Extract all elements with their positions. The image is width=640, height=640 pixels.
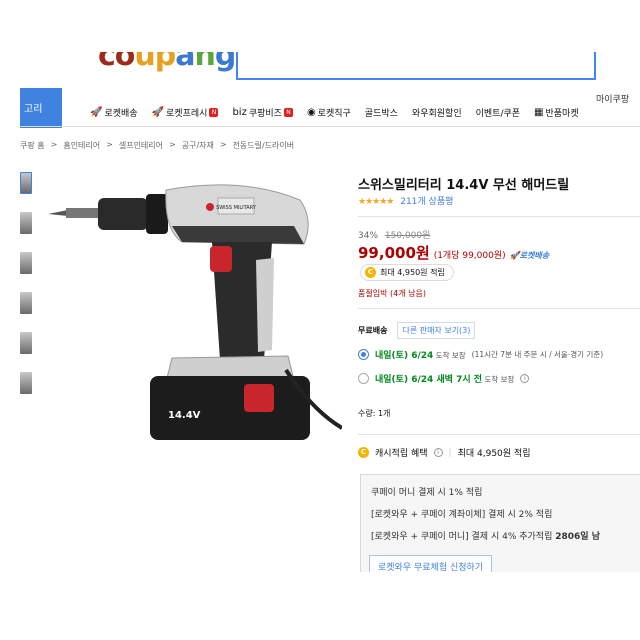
star-rating-icon: ★★★★★ [358, 197, 394, 207]
nav-item-label: 로켓프레시 [166, 109, 208, 119]
category-button-label: 고리 [24, 104, 43, 115]
divider [358, 434, 640, 435]
thumbnail-strip [20, 172, 32, 412]
rocket-delivery-label: 로켓배송 [519, 251, 550, 260]
promo-line: 쿠페이 머니 결제 시 1% 적립 [371, 488, 483, 498]
other-sellers-button[interactable]: 다른 판매자 보기(3) [397, 322, 476, 339]
sale-price: 99,000원 [358, 244, 430, 262]
rating-row: ★★★★★ 211개 상품평 [358, 194, 453, 207]
radio-icon[interactable] [358, 373, 369, 384]
breadcrumb-separator: > [219, 140, 227, 149]
coupang-logo[interactable]: coupang [98, 52, 236, 73]
delivery-note: (11시간 7분 내 주문 시 / 서울⋅경기 기준) [471, 350, 604, 359]
breadcrumb-item[interactable]: 셀프인테리어 [119, 140, 163, 151]
discount-rate: 34% [358, 231, 379, 241]
breadcrumb-separator: > [106, 140, 113, 149]
breadcrumb-item[interactable]: 쿠팡 홈 [20, 140, 45, 151]
rocket-wow-trial-button[interactable]: 로켓와우 무료체험 신청하기 [369, 555, 493, 572]
rocket-fresh-icon: 🚀 [151, 107, 165, 118]
original-price: 150,000원 [384, 231, 431, 241]
breadcrumb-separator: > [169, 140, 176, 149]
nav-item-label: 쿠팡비즈 [248, 109, 282, 119]
delivery-option-2[interactable]: 내일(토) 6/24 새벽 7시 전 도착 보장 i [358, 372, 530, 385]
thumbnail[interactable] [20, 212, 32, 234]
cash-benefit-label: 캐시적립 혜택 [375, 449, 428, 459]
info-icon[interactable]: i [433, 448, 443, 457]
breadcrumb-item[interactable]: 공구/자재 [182, 140, 214, 151]
nav-item-label: 로켓직구 [317, 109, 351, 119]
cash-reward-badge: C 최대 4,950원 적립 [360, 264, 454, 281]
price-row: 99,000원 (1개당 99,000원) 🚀로켓배송 [358, 242, 549, 263]
delivery-guarantee: 도착 보장 [433, 351, 466, 360]
coin-icon: C [358, 447, 369, 458]
cash-benefit-amount: 최대 4,950원 적립 [457, 449, 531, 459]
nav-item[interactable]: 🚀 로켓프레시 N [152, 106, 219, 119]
promo-line: [로켓와우 + 쿠페이 머니] 결제 시 4% 추가적립 2806일 남 [371, 529, 600, 542]
rocket-icon: 🚀 [90, 107, 103, 118]
product-title: 스위스밀리터리 14.4V 무선 해머드릴 [358, 178, 570, 193]
thumbnail[interactable] [20, 252, 32, 274]
breadcrumb: 쿠팡 홈 > 홈인테리어 > 셀프인테리어 > 공구/자재 > 전동드릴/드라이버 [20, 140, 294, 151]
breadcrumb-item[interactable]: 전동드릴/드라이버 [233, 140, 295, 151]
divider [358, 216, 640, 217]
new-badge: N [283, 108, 293, 117]
review-count-link[interactable]: 211개 상품평 [400, 197, 453, 207]
product-image: SWISS MILITARY 14.4V [48, 184, 342, 440]
divider [358, 308, 640, 309]
biz-icon: biz [232, 107, 247, 118]
promo-side-text: 2806일 남 [555, 532, 600, 542]
quantity-label: 수량: 1개 [358, 409, 391, 418]
radio-selected-icon[interactable] [358, 349, 369, 360]
coin-icon: C [365, 267, 376, 278]
delivery-date: 내일(토) 6/24 새벽 7시 전 [375, 375, 483, 385]
rocket-delivery-badge: 🚀로켓배송 [509, 251, 550, 260]
breadcrumb-item[interactable]: 홈인테리어 [63, 140, 100, 151]
delivery-option-1[interactable]: 내일(토) 6/24 도착 보장 (11시간 7분 내 주문 시 / 서울⋅경기… [358, 348, 603, 361]
thumbnail[interactable] [20, 332, 32, 354]
info-icon[interactable]: i [520, 374, 530, 383]
browser-page: coupang 마이쿠팡 고리 🚀 로켓배송 🚀 로켓프레시 Nbiz 쿠팡비즈 N ◉ 로켓직… [20, 52, 640, 572]
brand-mark: SWISS MILITARY [216, 205, 257, 211]
separator: | [448, 447, 452, 458]
unit-price: (1개당 99,000원) [433, 251, 506, 261]
cash-benefit-row: C 캐시적립 혜택 i | 최대 4,950원 적립 [358, 446, 530, 459]
discount-row: 34% 150,000원 [358, 228, 430, 241]
globe-rocket-icon: ◉ [306, 107, 316, 118]
battery-voltage-label: 14.4V [168, 410, 201, 421]
category-button[interactable]: 고리 [20, 88, 62, 128]
new-badge: N [209, 108, 219, 117]
nav-item[interactable]: 🚀 로켓배송 [90, 106, 138, 119]
product-info-panel: 스위스밀리터리 14.4V 무선 해머드릴 ★★★★★ 211개 상품평 34%… [358, 52, 640, 572]
shipping-row: 무료배송 다른 판매자 보기(3) [358, 322, 476, 339]
breadcrumb-separator: > [50, 140, 58, 149]
thumbnail[interactable] [20, 172, 32, 194]
nav-item[interactable]: biz 쿠팡비즈 N [232, 106, 293, 119]
free-shipping-label: 무료배송 [358, 326, 388, 335]
stock-warning: 품절임박 (4개 남음) [358, 289, 426, 298]
delivery-date: 내일(토) 6/24 [375, 351, 434, 361]
payment-promo-box: 쿠페이 머니 결제 시 1% 적립 [로켓와우 + 쿠페이 계좌이체] 결제 시… [360, 474, 640, 572]
nav-item-label: 로켓배송 [104, 109, 138, 119]
delivery-guarantee: 도착 보장 [482, 375, 515, 384]
promo-line: [로켓와우 + 쿠페이 계좌이체] 결제 시 2% 적립 [371, 510, 553, 520]
thumbnail[interactable] [20, 372, 32, 394]
nav-item[interactable]: ◉ 로켓직구 [307, 106, 351, 119]
cash-reward-text: 최대 4,950원 적립 [380, 268, 445, 277]
thumbnail[interactable] [20, 292, 32, 314]
promo-line-text: [로켓와우 + 쿠페이 머니] 결제 시 4% 추가적립 [371, 532, 553, 542]
